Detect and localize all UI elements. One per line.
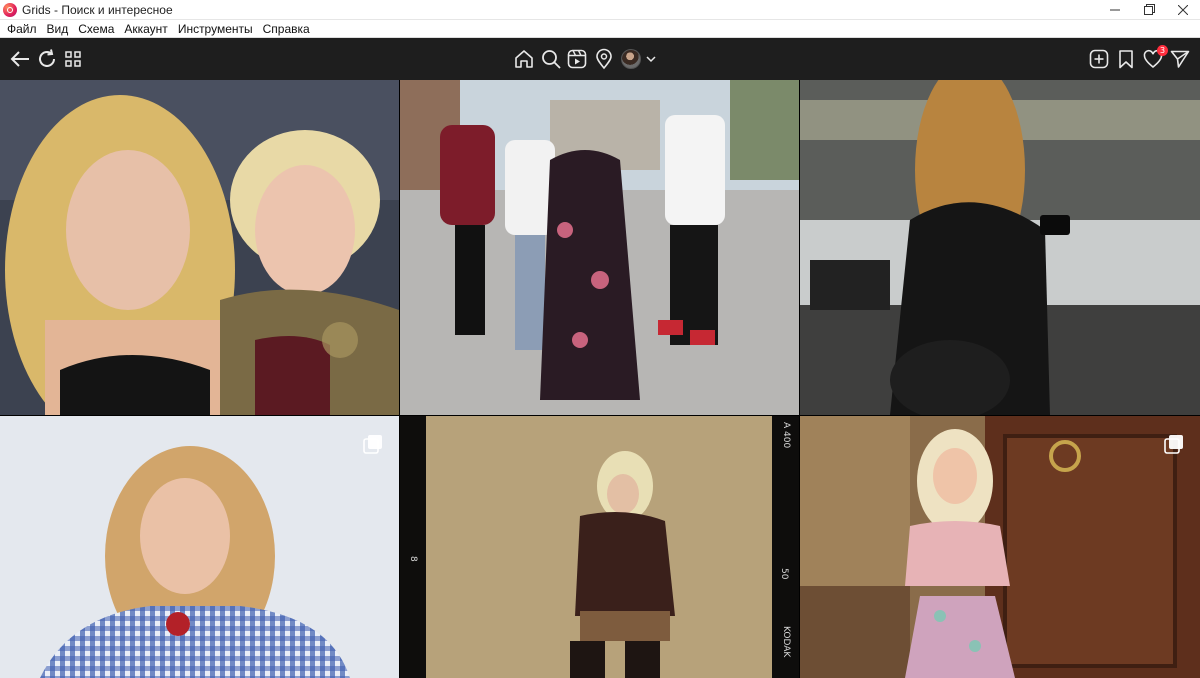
menu-tools[interactable]: Инструменты <box>173 20 258 38</box>
chevron-down-icon <box>646 56 656 63</box>
film-edge-text: 50 <box>779 568 789 580</box>
direct-button[interactable] <box>1168 47 1192 71</box>
menu-bar: Файл Вид Схема Аккаунт Инструменты Справ… <box>0 20 1200 38</box>
menu-file[interactable]: Файл <box>2 20 42 38</box>
home-icon <box>515 50 533 68</box>
minimize-icon <box>1110 9 1120 10</box>
app-logo-icon <box>3 2 17 17</box>
close-icon <box>1178 4 1188 15</box>
window-titlebar: Grids - Поиск и интересное <box>0 0 1200 20</box>
grid-post[interactable] <box>800 416 1200 678</box>
multiple-photos-icon <box>1164 435 1183 454</box>
film-edge-text: KODAK <box>781 626 791 658</box>
menu-layout[interactable]: Схема <box>73 20 119 38</box>
search-button[interactable] <box>539 47 563 71</box>
account-avatar <box>621 49 641 69</box>
location-button[interactable] <box>592 47 616 71</box>
home-button[interactable] <box>512 47 536 71</box>
account-switcher[interactable] <box>621 49 657 69</box>
bookmark-icon <box>1119 50 1133 69</box>
post-image <box>800 80 1200 415</box>
back-arrow-icon <box>10 51 29 67</box>
film-edge-text: A 400 <box>781 422 791 449</box>
window-title: Grids - Поиск и интересное <box>22 2 173 17</box>
refresh-button[interactable] <box>35 47 59 71</box>
reels-icon <box>567 49 587 69</box>
direct-send-icon <box>1170 50 1190 68</box>
post-image <box>400 416 799 678</box>
toolbar: 3 <box>0 38 1200 80</box>
post-image <box>0 80 399 415</box>
saved-button[interactable] <box>1114 47 1138 71</box>
grid-view-icon <box>65 51 81 67</box>
add-post-icon <box>1089 49 1109 69</box>
minimize-button[interactable] <box>1098 0 1132 20</box>
grid-post[interactable] <box>800 80 1200 415</box>
activity-button[interactable]: 3 <box>1141 45 1168 71</box>
menu-account[interactable]: Аккаунт <box>119 20 172 38</box>
search-icon <box>542 50 561 69</box>
explore-grid: A 400 8 50 KODAK <box>0 80 1200 678</box>
new-post-button[interactable] <box>1087 47 1111 71</box>
post-image <box>400 80 799 415</box>
refresh-icon <box>39 49 55 67</box>
menu-help[interactable]: Справка <box>258 20 315 38</box>
menu-view[interactable]: Вид <box>42 20 74 38</box>
restore-button[interactable] <box>1132 0 1166 20</box>
restore-icon <box>1143 4 1155 15</box>
reels-button[interactable] <box>565 47 589 71</box>
film-edge-text: 8 <box>408 556 418 562</box>
grid-post[interactable] <box>0 416 399 678</box>
location-pin-icon <box>596 48 612 70</box>
post-image <box>0 416 399 678</box>
close-button[interactable] <box>1166 0 1200 20</box>
grid-view-button[interactable] <box>61 47 85 71</box>
notification-badge: 3 <box>1157 45 1168 56</box>
grid-post[interactable] <box>400 80 799 415</box>
grid-post[interactable]: A 400 8 50 KODAK <box>400 416 799 678</box>
window-controls <box>1098 0 1200 20</box>
multiple-photos-icon <box>363 435 382 454</box>
post-image <box>800 416 1200 678</box>
back-button[interactable] <box>8 47 32 71</box>
grid-post[interactable] <box>0 80 399 415</box>
